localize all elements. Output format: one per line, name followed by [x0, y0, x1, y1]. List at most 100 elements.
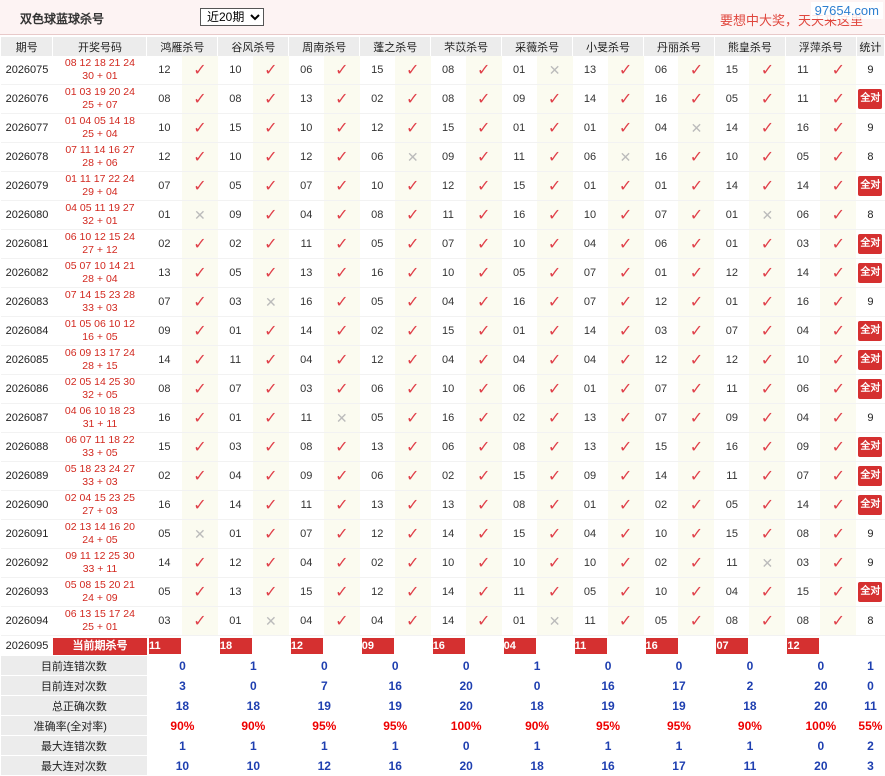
check-icon: ✓ [536, 200, 573, 230]
check-icon: ✓ [252, 577, 289, 607]
col-stat[interactable]: 统计 [856, 37, 885, 56]
check-icon: ✓ [181, 171, 218, 201]
draw-numbers: 01 05 06 10 12 16 + 05 [52, 316, 147, 346]
cross-icon: ✕ [181, 519, 218, 549]
check-icon: ✓ [181, 84, 218, 114]
check-icon: ✓ [820, 519, 857, 549]
summary-value: 1 [533, 738, 541, 753]
col-period[interactable]: 期号 [1, 37, 54, 56]
kill-number: 06 [785, 200, 821, 230]
col-expert-9[interactable]: 浮萍杀号 [785, 37, 857, 56]
kill-number: 10 [217, 56, 253, 85]
check-icon: ✓ [465, 548, 502, 578]
all-correct-badge: 全对 [858, 582, 883, 602]
col-expert-8[interactable]: 熊皇杀号 [714, 37, 786, 56]
kill-number: 06 [359, 461, 395, 491]
check-icon: ✓ [607, 84, 644, 114]
period-range-select[interactable]: 近20期 [200, 8, 264, 26]
draw-blue-number: 28 + 06 [82, 157, 118, 169]
col-expert-5[interactable]: 采薇杀号 [501, 37, 574, 56]
check-icon: ✓ [607, 258, 644, 288]
kill-number: 01 [501, 606, 537, 636]
check-icon: ✓ [678, 519, 715, 549]
kill-number: 04 [288, 345, 324, 375]
check-icon: ✓ [465, 519, 502, 549]
check-icon: ✓ [394, 374, 431, 404]
check-icon: ✓ [536, 403, 573, 433]
kill-number: 04 [785, 316, 821, 346]
kill-number: 02 [430, 461, 466, 491]
kill-number: 16 [359, 258, 395, 288]
check-icon: ✓ [678, 200, 715, 230]
kill-number: 15 [501, 519, 537, 549]
stat-cell: 8 [856, 606, 885, 636]
draw-numbers: 06 07 11 18 22 33 + 05 [52, 432, 147, 462]
col-draw[interactable]: 开奖号码 [52, 37, 148, 56]
check-icon: ✓ [678, 432, 715, 462]
kill-number: 06 [359, 142, 395, 172]
kill-number: 12 [714, 258, 750, 288]
kill-number: 01 [146, 200, 182, 230]
kill-number: 08 [430, 56, 466, 85]
col-expert-3[interactable]: 蓬之杀号 [359, 37, 432, 56]
draw-blue-number: 25 + 04 [82, 128, 118, 140]
kill-number: 01 [643, 171, 679, 201]
table-row: 2026094 06 13 15 17 24 25 + 01 03 ✓ 01 ✕ 04 ✓ 04 ✓… [1, 606, 885, 636]
summary-value: 95% [596, 718, 621, 733]
current-kill-cell: 16 [644, 636, 715, 657]
check-icon: ✓ [394, 200, 431, 230]
kill-number: 07 [572, 287, 608, 317]
check-icon: ✓ [536, 258, 573, 288]
summary-value: 0 [604, 658, 612, 673]
summary-value: 1 [179, 738, 186, 753]
check-icon: ✓ [678, 548, 715, 578]
check-icon: ✓ [252, 345, 289, 375]
stat-cell: 9 [856, 403, 885, 433]
kill-number: 05 [501, 258, 537, 288]
kill-number: 01 [643, 258, 679, 288]
kill-number: 13 [572, 403, 608, 433]
kill-number: 16 [146, 490, 182, 520]
check-icon: ✓ [678, 577, 715, 607]
kill-number: 15 [643, 432, 679, 462]
draw-blue-number: 31 + 11 [82, 418, 118, 430]
draw-red-numbers: 02 04 15 23 25 [64, 492, 135, 504]
kill-number: 15 [359, 56, 395, 85]
kill-number: 12 [146, 142, 182, 172]
summary-row: 总正确次数 18 18 19 19 20 18 19 19 18 20 11 [1, 695, 885, 716]
check-icon: ✓ [536, 461, 573, 491]
all-correct-badge: 全对 [858, 176, 883, 196]
current-kill-number: 11 [148, 638, 181, 654]
summary-value: 0 [533, 678, 541, 693]
check-icon: ✓ [607, 432, 644, 462]
kill-number: 09 [217, 200, 253, 230]
kill-number: 05 [714, 84, 750, 114]
check-icon: ✓ [678, 345, 715, 375]
kill-number: 13 [288, 84, 324, 114]
check-icon: ✓ [181, 490, 218, 520]
kill-number: 16 [288, 287, 324, 317]
col-expert-0[interactable]: 鸿雁杀号 [146, 37, 219, 56]
table-row: 2026077 01 04 05 14 18 25 + 04 10 ✓ 15 ✓ 10 ✓ 12 ✓… [1, 113, 885, 143]
check-icon: ✓ [820, 200, 857, 230]
kill-number: 05 [572, 577, 608, 607]
col-expert-2[interactable]: 周南杀号 [288, 37, 361, 56]
check-icon: ✓ [394, 403, 431, 433]
check-icon: ✓ [820, 606, 857, 636]
col-expert-7[interactable]: 丹丽杀号 [643, 37, 715, 56]
kill-number: 09 [501, 84, 537, 114]
col-expert-4[interactable]: 芣苡杀号 [430, 37, 503, 56]
col-expert-6[interactable]: 小旻杀号 [572, 37, 644, 56]
table-row: 2026082 05 07 10 14 21 28 + 04 13 ✓ 05 ✓ 13 ✓ 16 ✓… [1, 258, 885, 288]
kill-number: 11 [217, 345, 253, 375]
kill-number: 04 [288, 200, 324, 230]
period-cell: 2026087 [1, 403, 53, 433]
col-expert-1[interactable]: 谷风杀号 [217, 37, 290, 56]
check-icon: ✓ [749, 374, 786, 404]
kill-number: 09 [572, 461, 608, 491]
check-icon: ✓ [181, 548, 218, 578]
summary-value: 0 [817, 738, 825, 753]
kill-number: 13 [217, 577, 253, 607]
check-icon: ✓ [678, 287, 715, 317]
summary-value: 18 [246, 698, 261, 713]
